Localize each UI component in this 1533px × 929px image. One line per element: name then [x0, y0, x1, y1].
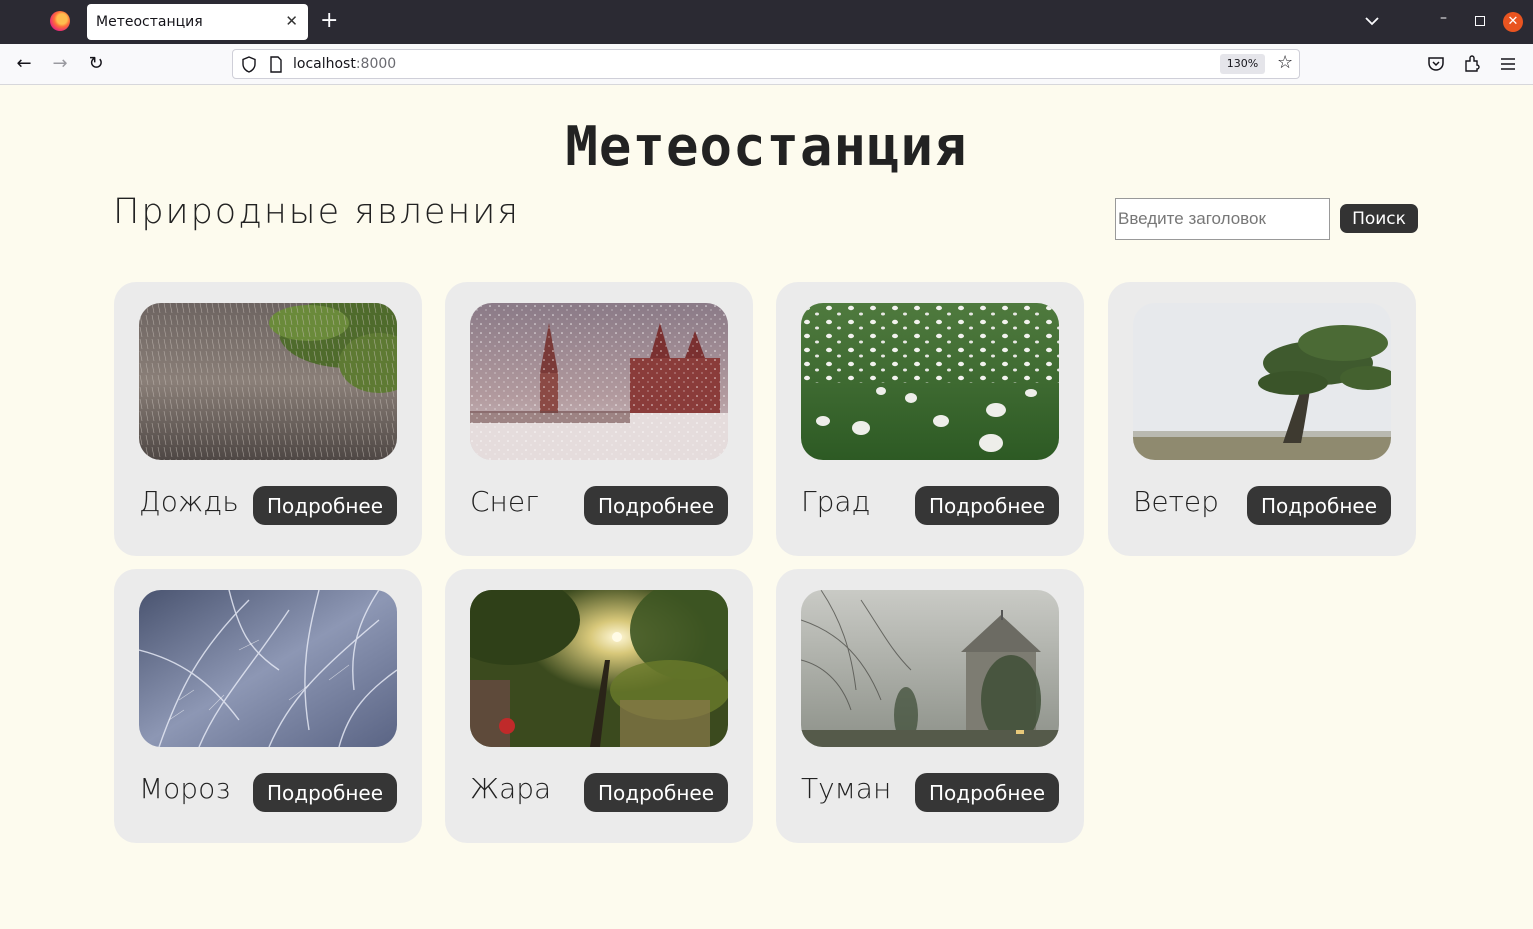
browser-tab[interactable]: Метеостанция ✕ — [87, 4, 308, 40]
hamburger-menu-icon[interactable] — [1498, 54, 1518, 74]
details-button[interactable]: Подробнее — [253, 773, 397, 812]
snow-image — [470, 303, 728, 460]
details-button[interactable]: Подробнее — [584, 486, 728, 525]
section-title: Природные явления — [113, 192, 521, 232]
details-button[interactable]: Подробнее — [253, 486, 397, 525]
forward-arrow-icon[interactable]: → — [49, 53, 71, 75]
chevron-down-icon[interactable] — [1363, 12, 1381, 30]
tab-title: Метеостанция — [96, 14, 203, 30]
card-title: Снег — [470, 485, 539, 518]
back-arrow-icon[interactable]: ← — [13, 53, 35, 75]
bookmark-star-icon[interactable]: ☆ — [1277, 52, 1293, 73]
details-button[interactable]: Подробнее — [915, 486, 1059, 525]
extensions-icon[interactable] — [1462, 54, 1482, 74]
card-wind: Ветер Подробнее — [1108, 282, 1416, 556]
details-button[interactable]: Подробнее — [1247, 486, 1391, 525]
hail-image — [801, 303, 1059, 460]
details-button[interactable]: Подробнее — [584, 773, 728, 812]
page-title: Метеостанция — [565, 115, 968, 178]
browser-navbar: ← → ↻ localhost:8000 130% ☆ — [0, 44, 1533, 85]
close-tab-icon[interactable]: ✕ — [285, 12, 298, 30]
minimize-window-button[interactable]: – — [1440, 10, 1447, 26]
card-title: Дождь — [139, 485, 239, 518]
search-button[interactable]: Поиск — [1340, 204, 1418, 233]
zoom-level-badge[interactable]: 130% — [1220, 54, 1265, 74]
browser-tabbar: Метеостанция ✕ + – ✕ — [0, 0, 1533, 44]
fog-image — [801, 590, 1059, 747]
url-bar[interactable]: localhost:8000 130% ☆ — [232, 49, 1300, 79]
card-title: Ветер — [1133, 485, 1219, 518]
close-window-button[interactable]: ✕ — [1503, 12, 1523, 32]
url-text: localhost:8000 — [293, 56, 396, 72]
frost-image — [139, 590, 397, 747]
card-rain: Дождь Подробнее — [114, 282, 422, 556]
card-title: Мороз — [139, 772, 231, 805]
shield-icon[interactable] — [241, 56, 257, 73]
pocket-icon[interactable] — [1426, 54, 1446, 74]
reload-icon[interactable]: ↻ — [85, 53, 107, 75]
wind-image — [1133, 303, 1391, 460]
card-hail: Град Подробнее — [776, 282, 1084, 556]
firefox-icon — [50, 11, 70, 31]
search-input[interactable] — [1115, 198, 1330, 240]
card-heat: Жара Подробнее — [445, 569, 753, 843]
new-tab-button[interactable]: + — [320, 8, 338, 34]
url-host: localhost — [293, 56, 356, 72]
card-title: Жара — [470, 772, 552, 805]
rain-image — [139, 303, 397, 460]
card-fog: Туман Подробнее — [776, 569, 1084, 843]
card-title: Туман — [801, 772, 892, 805]
heat-image — [470, 590, 728, 747]
url-port: :8000 — [355, 56, 397, 72]
maximize-window-button[interactable] — [1475, 16, 1485, 26]
card-title: Град — [801, 485, 871, 518]
page-icon — [270, 56, 282, 73]
card-snow: Снег Подробнее — [445, 282, 753, 556]
card-frost: Мороз Подробнее — [114, 569, 422, 843]
details-button[interactable]: Подробнее — [915, 773, 1059, 812]
